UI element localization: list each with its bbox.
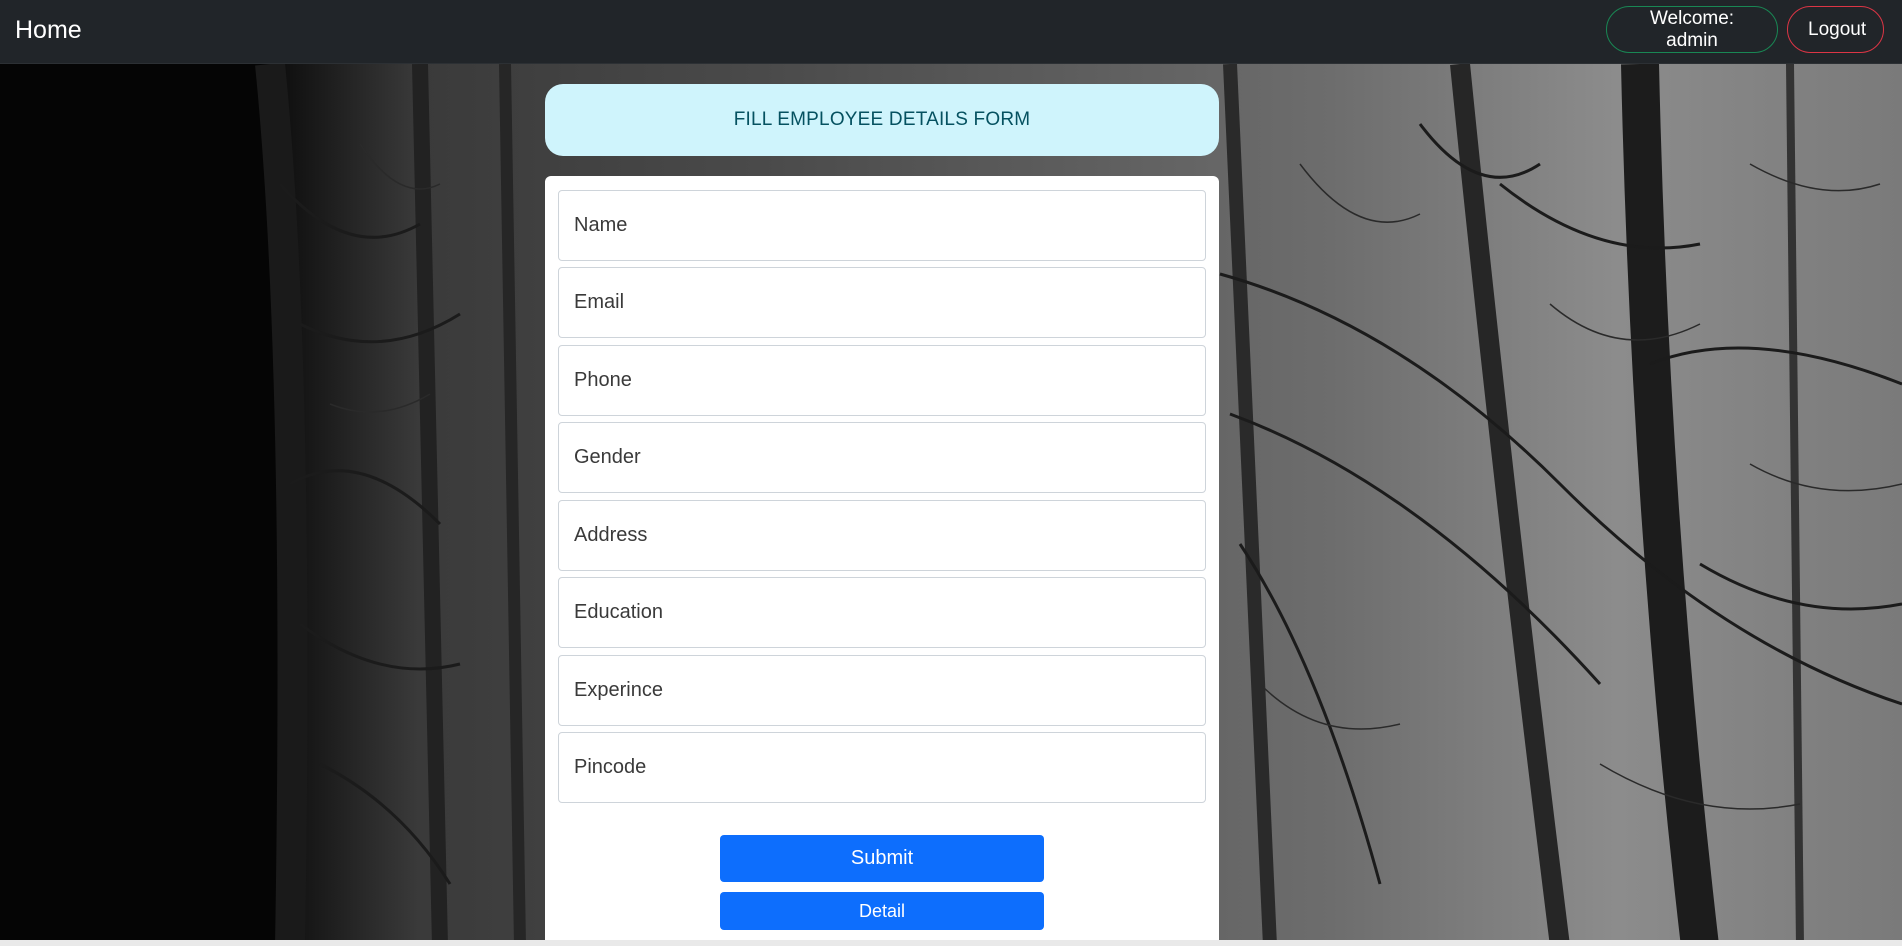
form-title: FILL EMPLOYEE DETAILS FORM xyxy=(545,84,1219,156)
pincode-input[interactable] xyxy=(558,732,1206,803)
experience-input[interactable] xyxy=(558,655,1206,726)
address-input[interactable] xyxy=(558,500,1206,571)
bottom-strip xyxy=(0,940,1902,946)
email-input[interactable] xyxy=(558,267,1206,338)
submit-button[interactable]: Submit xyxy=(720,835,1044,882)
navbar: Home Welcome: admin Logout xyxy=(0,0,1902,64)
welcome-button[interactable]: Welcome: admin xyxy=(1606,6,1778,53)
phone-input[interactable] xyxy=(558,345,1206,416)
gender-input[interactable] xyxy=(558,422,1206,493)
home-link[interactable]: Home xyxy=(15,15,82,45)
employee-form: Submit Detail xyxy=(545,176,1219,944)
logout-button[interactable]: Logout xyxy=(1787,6,1884,53)
detail-button[interactable]: Detail xyxy=(720,892,1044,930)
education-input[interactable] xyxy=(558,577,1206,648)
name-input[interactable] xyxy=(558,190,1206,261)
